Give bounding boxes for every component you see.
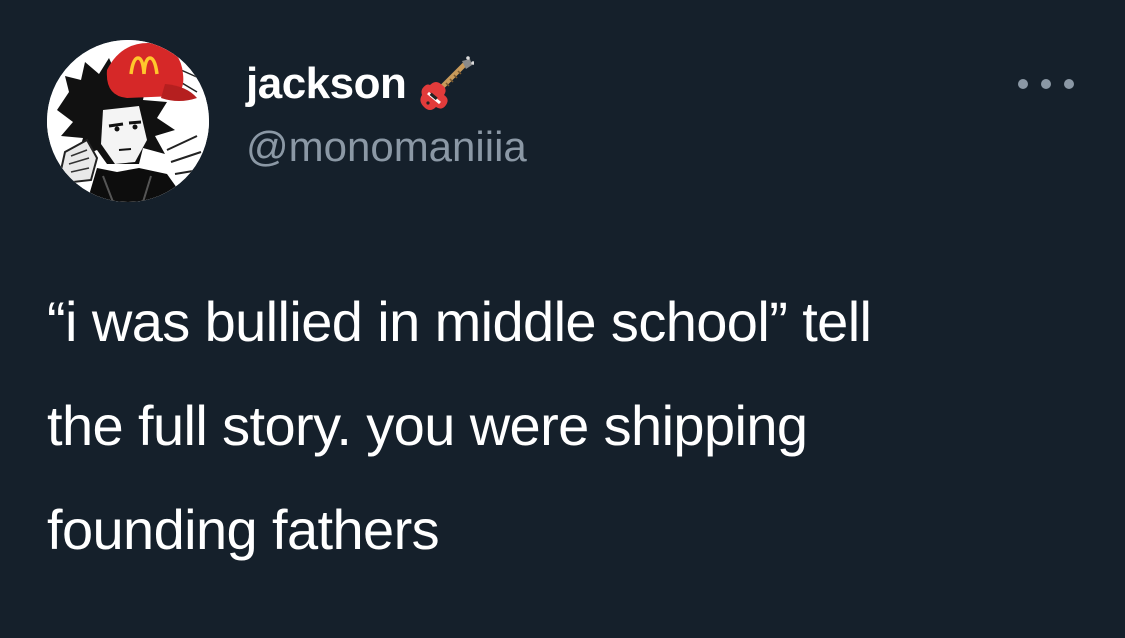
more-dot-icon xyxy=(1041,79,1051,89)
author-display-name[interactable]: jackson xyxy=(246,56,407,112)
more-options-button[interactable] xyxy=(1018,64,1074,104)
tweet-text-line: the full story. you were shipping xyxy=(47,394,808,457)
avatar-image-icon xyxy=(47,40,209,202)
tweet-text-line: “i was bullied in middle school” tell xyxy=(47,290,872,353)
more-dot-icon xyxy=(1064,79,1074,89)
author-avatar[interactable] xyxy=(47,40,209,202)
tweet-text-line: founding fathers xyxy=(47,498,440,561)
more-dot-icon xyxy=(1018,79,1028,89)
guitar-icon xyxy=(416,55,476,113)
author-name-row: jackson xyxy=(246,55,476,113)
tweet-text: “i was bullied in middle school” tell th… xyxy=(47,270,1097,582)
tweet-card: jackson @monomaniiia “i was bullied in m… xyxy=(0,0,1125,638)
author-handle[interactable]: @monomaniiia xyxy=(246,121,527,173)
